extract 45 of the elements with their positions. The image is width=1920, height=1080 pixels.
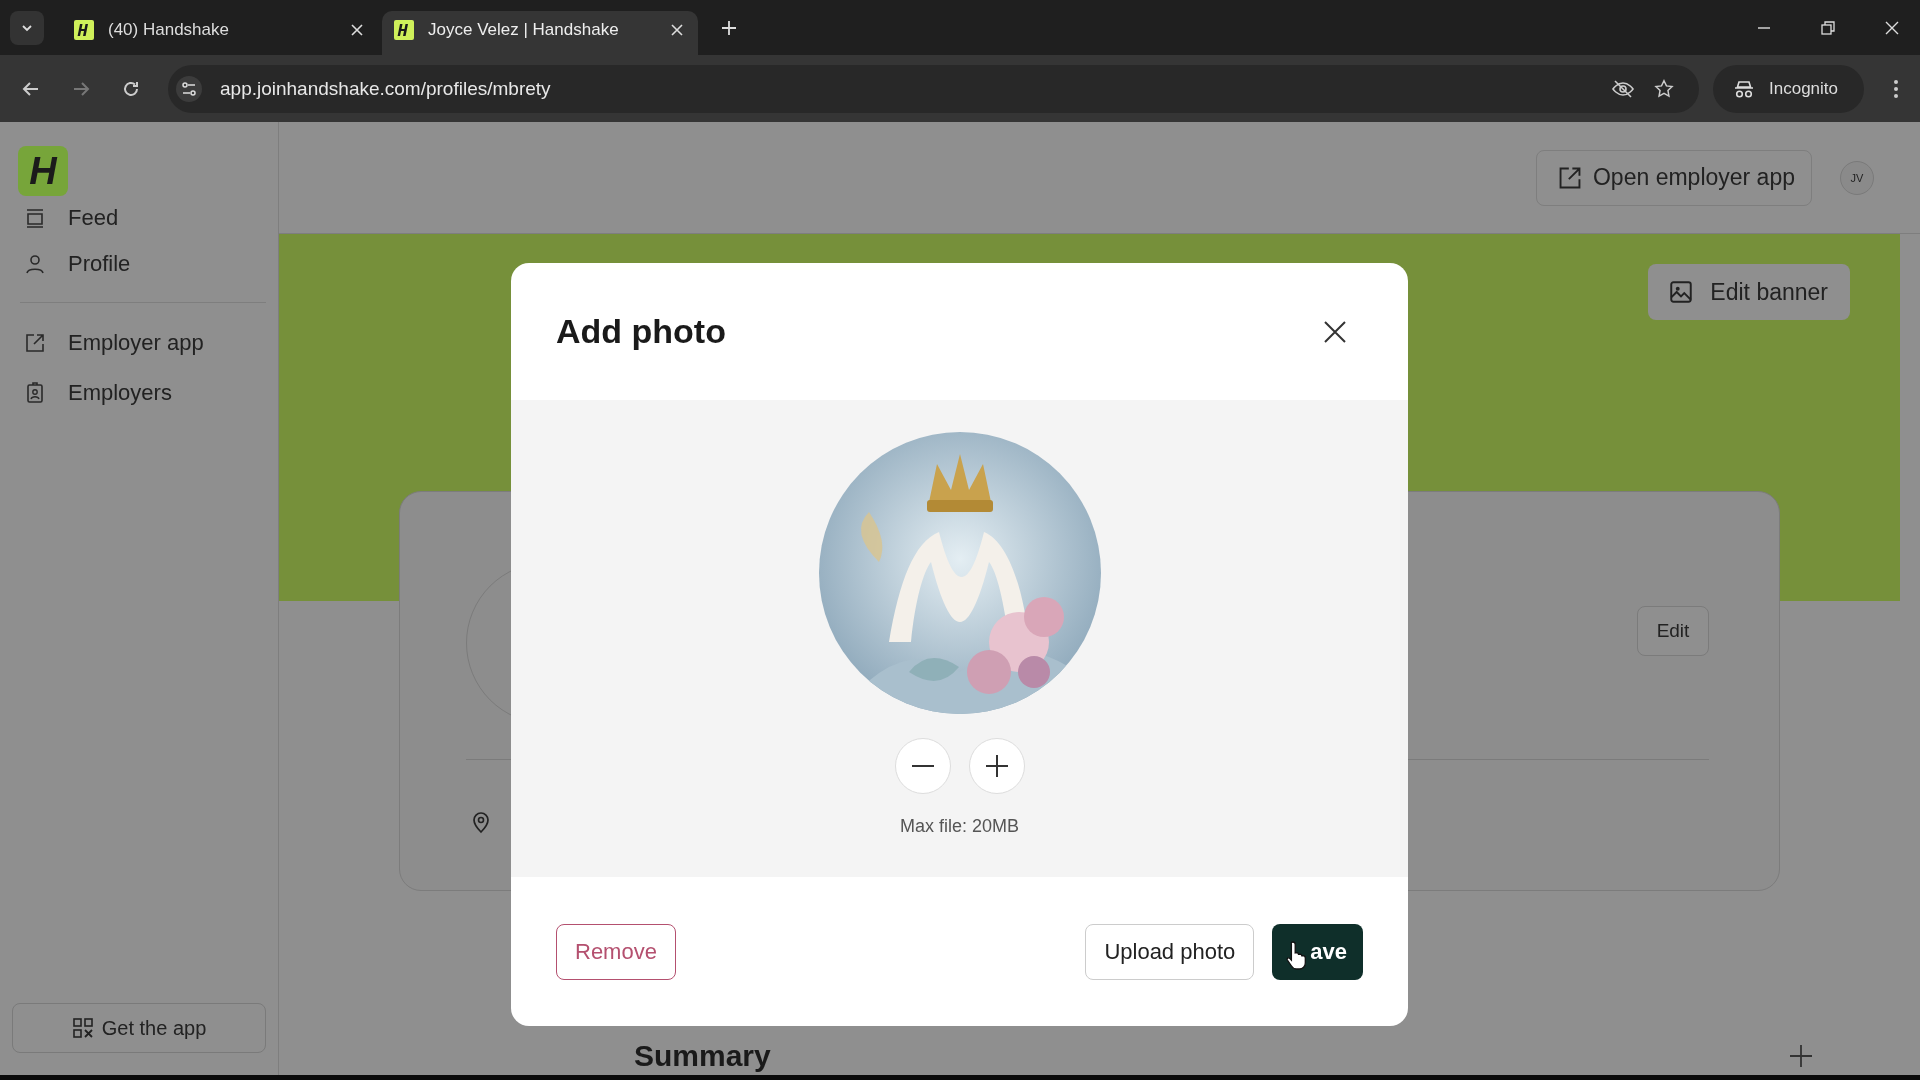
site-settings-icon[interactable] (176, 75, 202, 102)
edit-banner-button[interactable]: Edit banner (1648, 264, 1850, 320)
address-bar[interactable]: app.joinhandshake.com/profiles/mbrety (168, 64, 1699, 113)
menu-icon[interactable] (1892, 77, 1900, 100)
open-employer-app-button[interactable]: Open employer app (1536, 149, 1812, 206)
favicon-icon (394, 20, 414, 40)
handshake-logo[interactable]: H (18, 146, 68, 196)
sidebar-item[interactable]: Profile (16, 250, 266, 278)
close-icon[interactable] (670, 23, 684, 37)
dialog-button[interactable]: ave (1272, 923, 1363, 980)
get-the-app-button[interactable]: Get the app (12, 1003, 266, 1053)
external-link-icon (24, 332, 46, 354)
star-icon[interactable] (1653, 77, 1675, 100)
dialog-button[interactable]: Upload photo (1085, 923, 1255, 980)
url-text: app.joinhandshake.com/profiles/mbrety (220, 77, 551, 100)
minus-icon (909, 764, 936, 768)
sidebar-item[interactable]: Employer app (16, 329, 266, 357)
close-icon[interactable] (1884, 19, 1900, 36)
plus-icon (983, 753, 1010, 779)
add-icon[interactable] (1788, 1043, 1814, 1069)
incognito-button[interactable]: Incognito (1713, 64, 1864, 113)
section-title: Summary (634, 1039, 771, 1073)
sidebar-item[interactable]: Employers (16, 379, 266, 407)
favicon-icon (74, 20, 94, 40)
dialog-button[interactable]: Remove (556, 923, 676, 980)
feed-icon (24, 207, 46, 229)
location-pin-icon (471, 810, 491, 834)
close-icon[interactable] (1322, 318, 1348, 345)
person-icon (24, 253, 46, 275)
edit-button[interactable]: Edit (1637, 606, 1709, 656)
tab-title: (40) Handshake (108, 20, 230, 40)
new-tab-icon[interactable] (720, 18, 738, 37)
tab-title: Joyce Velez | Handshake (428, 20, 620, 40)
qr-code-icon (71, 1017, 94, 1039)
tab-list-button[interactable] (10, 10, 44, 45)
sidebar-item[interactable]: Feed (16, 204, 266, 232)
restore-icon[interactable] (1820, 19, 1836, 36)
browser-tab[interactable]: Joyce Velez | Handshake (382, 11, 698, 55)
dialog-title: Add photo (556, 312, 726, 351)
close-icon[interactable] (350, 23, 364, 37)
max-file-note: Max file: 20MB (899, 816, 1019, 837)
browser-tab[interactable]: (40) Handshake (62, 11, 378, 55)
id-badge-icon (24, 382, 46, 404)
user-avatar[interactable]: JV (1840, 160, 1874, 195)
image-icon (1668, 279, 1695, 305)
